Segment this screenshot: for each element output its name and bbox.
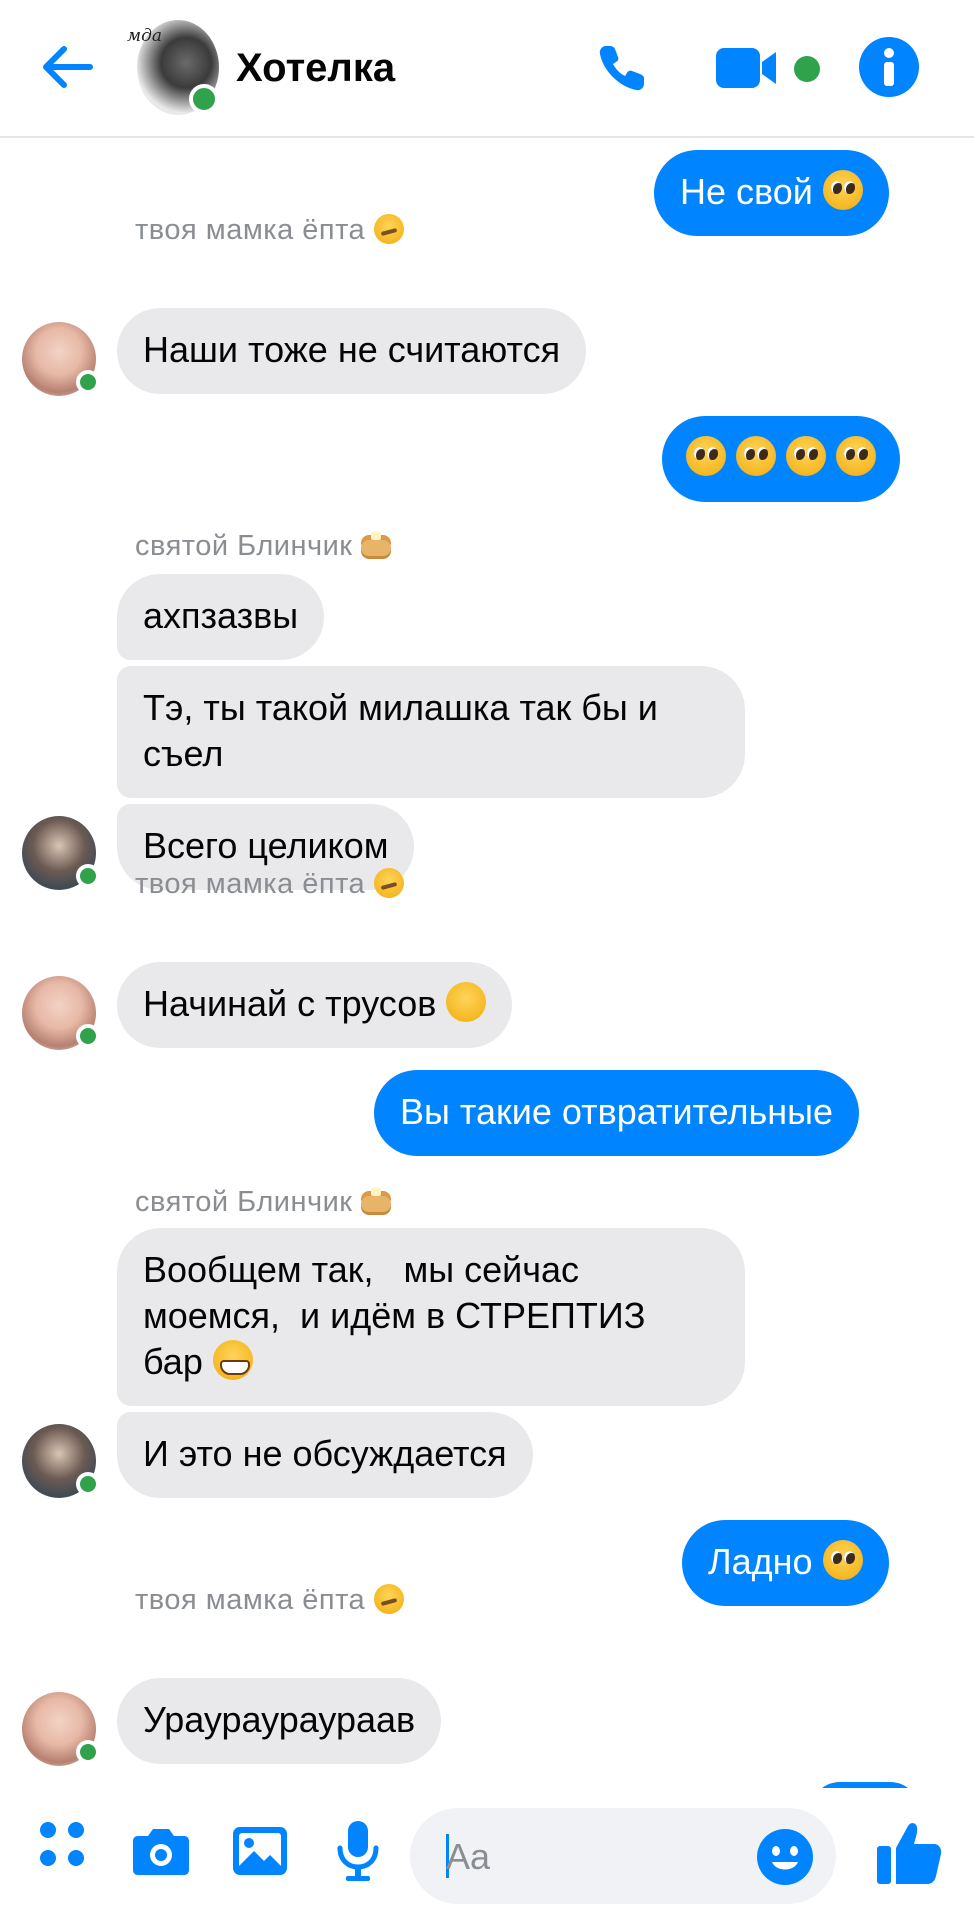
back-arrow-icon[interactable] (36, 36, 98, 98)
avatar-caption: мда (127, 26, 163, 46)
sender-name-text: святой Блинчик (135, 530, 353, 562)
message-input[interactable] (444, 1832, 728, 1882)
outgoing-message[interactable]: Не свой (654, 150, 889, 236)
incoming-message[interactable]: Ураураураураав (117, 1678, 442, 1764)
incoming-message[interactable]: Тэ, ты такой милашка так бы и съел (117, 666, 745, 798)
pleading-face-icon (786, 436, 827, 476)
pleading-face-icon (686, 436, 726, 476)
message-list[interactable]: Не свой твоя мамка ёпта Наши тоже не счи… (0, 138, 974, 1788)
message-input-container[interactable] (410, 1808, 836, 1904)
chat-title[interactable]: Хотелка (236, 46, 395, 91)
sender-name-text: твоя мамка ёпта (135, 214, 366, 246)
online-indicator (76, 864, 100, 888)
avatar[interactable] (22, 322, 100, 396)
message-text: Ураураураураав (143, 1699, 416, 1740)
sender-name: святой Блинчик (135, 1186, 392, 1219)
message-text-line: Вообщем так, мы сейчас (143, 1249, 580, 1290)
conversation-header: мда Хотелка (0, 0, 974, 138)
message-text: Наши тоже не считаются (143, 329, 561, 370)
sender-name: твоя мамка ёпта (135, 868, 404, 901)
message-text: Тэ, ты такой милашка так бы и съел (143, 687, 658, 774)
pleading-face-icon (836, 436, 877, 476)
sender-name-text: святой Блинчик (135, 1186, 353, 1218)
outgoing-message[interactable]: Вы такие отвратительные (374, 1070, 860, 1156)
pleading-face-icon (822, 1540, 863, 1580)
incoming-message[interactable]: И это не обсуждается (117, 1412, 533, 1498)
incoming-message[interactable]: Начинай с трусов (117, 962, 513, 1048)
avatar[interactable] (22, 1692, 100, 1766)
avatar[interactable] (22, 816, 100, 890)
message-text: Начинай с трусов (143, 983, 437, 1024)
woozy-face-icon (373, 214, 404, 244)
camera-icon[interactable] (132, 1826, 190, 1876)
woozy-face-icon (373, 868, 404, 898)
online-indicator (76, 1472, 100, 1496)
message-text: бар (143, 1341, 203, 1382)
pleading-face-icon (736, 436, 777, 476)
avatar[interactable] (22, 976, 100, 1050)
sender-name-text: твоя мамка ёпта (135, 868, 366, 900)
info-icon[interactable] (858, 36, 920, 98)
outgoing-message[interactable]: Ладно (682, 1520, 889, 1606)
emoji-icon[interactable] (756, 1828, 814, 1886)
online-indicator (189, 84, 219, 114)
woozy-face-icon (373, 1584, 404, 1614)
sender-name: твоя мамка ёпта (135, 1584, 404, 1617)
incoming-message[interactable]: ахпзазвы (117, 574, 325, 660)
incoming-message[interactable]: Вообщем так, мы сейчас моемся, и идём в … (117, 1228, 745, 1406)
online-indicator (76, 1740, 100, 1764)
microphone-icon[interactable] (336, 1820, 380, 1882)
pancakes-icon (361, 532, 392, 558)
apps-icon[interactable] (38, 1820, 86, 1868)
pancakes-icon (361, 1188, 392, 1214)
video-camera-icon[interactable] (714, 44, 778, 92)
message-text: Ладно (708, 1541, 813, 1582)
gallery-icon[interactable] (232, 1826, 288, 1876)
online-indicator (76, 370, 100, 394)
online-indicator (76, 1024, 100, 1048)
video-active-indicator (794, 56, 820, 82)
thumbs-up-icon[interactable] (876, 1820, 944, 1886)
incoming-message[interactable]: Наши тоже не считаются (117, 308, 587, 394)
pleading-face-icon (822, 170, 863, 210)
avatar[interactable] (22, 1424, 100, 1498)
message-text: Вы такие отвратительные (400, 1091, 834, 1132)
phone-icon[interactable] (594, 40, 650, 96)
sender-name: твоя мамка ёпта (135, 214, 404, 247)
sender-name-text: твоя мамка ёпта (135, 1584, 366, 1616)
message-text: Всего целиком (143, 825, 389, 866)
grinning-face-icon (212, 1340, 253, 1380)
hand-over-mouth-icon (446, 982, 487, 1022)
message-text-line: моемся, и идём в СТРЕПТИЗ (143, 1295, 646, 1336)
message-text: И это не обсуждается (143, 1433, 507, 1474)
sender-name: святой Блинчик (135, 530, 392, 563)
chat-avatar[interactable]: мда (127, 20, 219, 115)
outgoing-message[interactable] (662, 416, 901, 502)
message-text: ахпзазвы (143, 595, 299, 636)
message-text: Не свой (680, 171, 813, 212)
message-text-line: бар (143, 1339, 719, 1385)
